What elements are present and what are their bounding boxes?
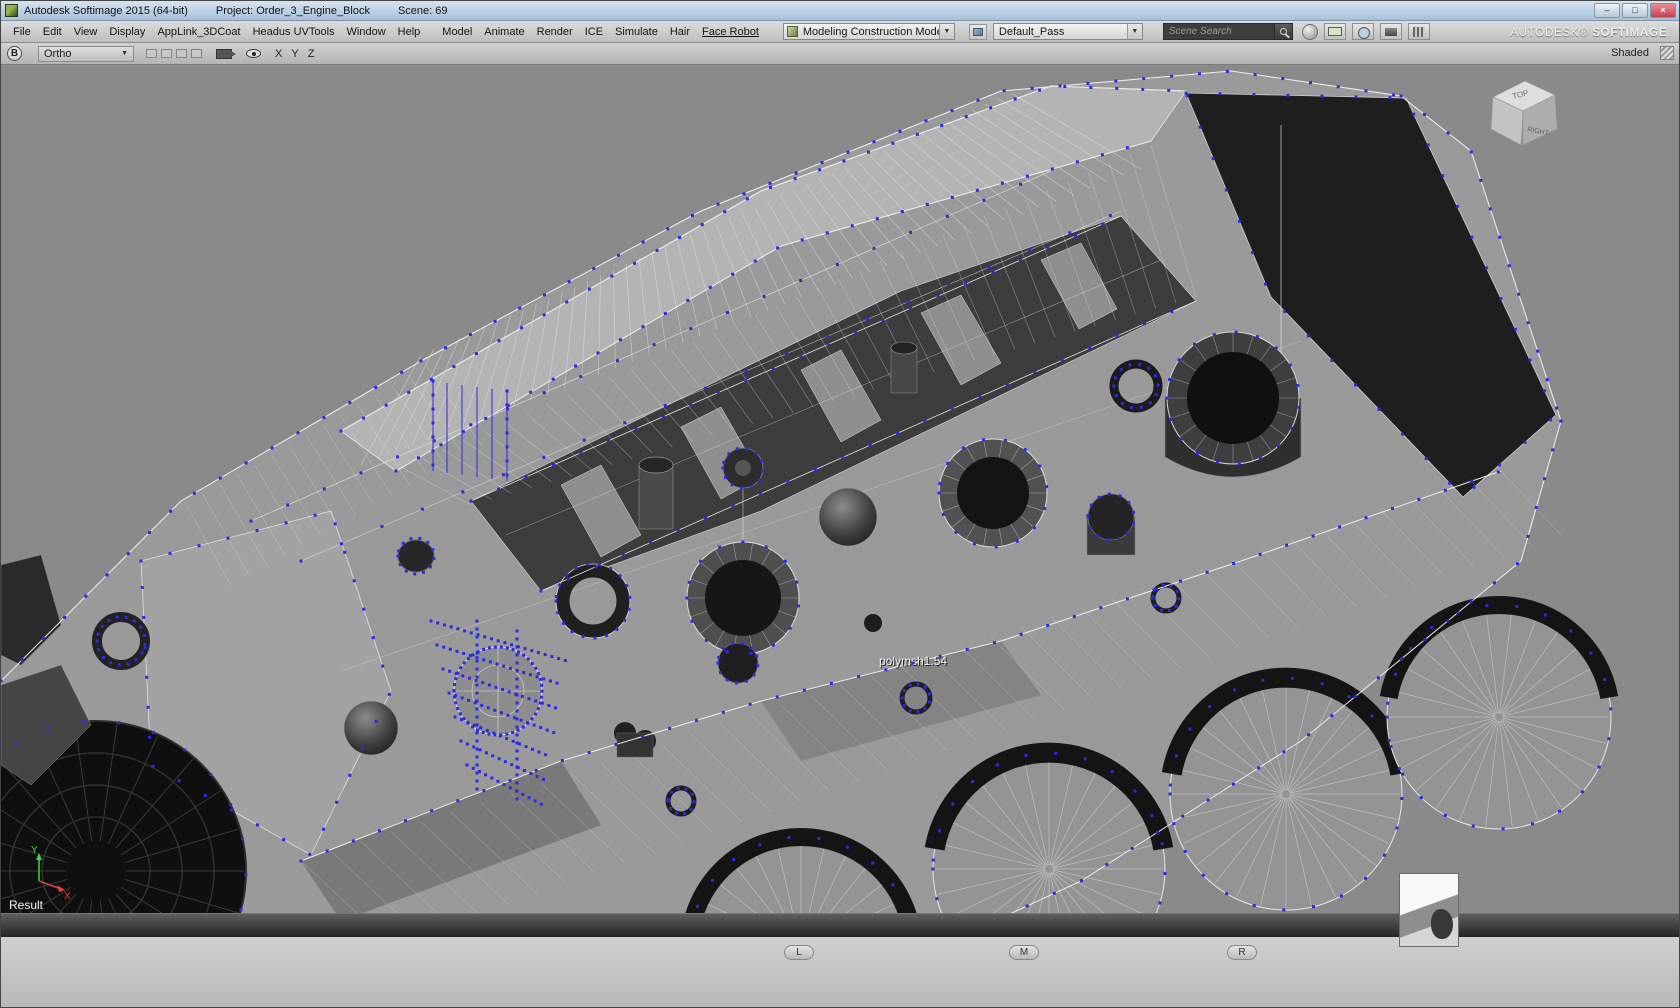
scene-search-input[interactable] bbox=[1164, 24, 1274, 39]
menu-window[interactable]: Window bbox=[341, 26, 392, 38]
svg-text:X: X bbox=[64, 891, 71, 902]
memo-cam-slot[interactable] bbox=[176, 49, 187, 58]
module-animate[interactable]: Animate bbox=[478, 26, 530, 38]
svg-text:Result: Result bbox=[9, 898, 44, 912]
capture-viewport-icon[interactable] bbox=[1352, 23, 1374, 40]
axis-toggle-group: X Y Z bbox=[275, 48, 314, 60]
axis-z-toggle[interactable]: Z bbox=[308, 48, 315, 60]
axis-x-toggle[interactable]: X bbox=[275, 48, 282, 60]
svg-text:Y: Y bbox=[31, 845, 38, 856]
viewport-toolbar: B Ortho ▼ X Y Z Shaded bbox=[1, 43, 1679, 65]
construction-mode-dropdown[interactable]: Modeling Construction Mode ▼ bbox=[783, 23, 955, 40]
render-region-icon[interactable] bbox=[1324, 23, 1346, 40]
mouse-status-bar: L M R bbox=[1, 937, 1679, 1007]
object-label: polymsh1.54 polymsh1.54 bbox=[879, 654, 948, 669]
preview-thumbnail bbox=[1399, 873, 1459, 947]
cylinder-bore bbox=[1170, 678, 1402, 910]
chevron-down-icon[interactable]: ▼ bbox=[1127, 24, 1142, 39]
mouse-middle-indicator: M bbox=[1009, 945, 1039, 960]
menu-headus-uvtools[interactable]: Headus UVTools bbox=[247, 26, 341, 38]
memo-cam-slot[interactable] bbox=[161, 49, 172, 58]
menu-view[interactable]: View bbox=[68, 26, 104, 38]
module-hair[interactable]: Hair bbox=[664, 26, 696, 38]
axis-y-toggle[interactable]: Y bbox=[291, 48, 298, 60]
menu-edit[interactable]: Edit bbox=[37, 26, 68, 38]
mouse-left-indicator: L bbox=[784, 945, 814, 960]
menu-applink-3dcoat[interactable]: AppLink_3DCoat bbox=[151, 26, 246, 38]
module-render[interactable]: Render bbox=[531, 26, 579, 38]
construction-mode-icon bbox=[787, 26, 798, 37]
refresh-icon[interactable] bbox=[1302, 24, 1318, 40]
minimize-button[interactable]: – bbox=[1594, 3, 1620, 18]
scene-search-box bbox=[1163, 23, 1293, 40]
close-button[interactable]: × bbox=[1650, 3, 1676, 18]
window-titlebar: Autodesk Softimage 2015 (64-bit) Project… bbox=[1, 1, 1679, 21]
menu-help[interactable]: Help bbox=[392, 26, 427, 38]
mouse-right-indicator: R bbox=[1227, 945, 1257, 960]
project-label: Project: Order_3_Engine_Block bbox=[216, 5, 370, 17]
memo-cam-slot[interactable] bbox=[191, 49, 202, 58]
result-label: Result Result bbox=[9, 898, 45, 913]
svg-text:polymsh1.54: polymsh1.54 bbox=[879, 654, 947, 668]
chevron-down-icon: ▼ bbox=[121, 50, 128, 57]
menu-file[interactable]: File bbox=[7, 26, 37, 38]
display-mode-menu[interactable]: Shaded bbox=[1611, 47, 1649, 59]
application-window: Autodesk Softimage 2015 (64-bit) Project… bbox=[0, 0, 1680, 1008]
module-model[interactable]: Model bbox=[436, 26, 478, 38]
current-pass-dropdown[interactable]: Default_Pass ▼ bbox=[993, 23, 1143, 40]
softimage-app-icon bbox=[5, 4, 18, 17]
search-icon bbox=[1280, 28, 1287, 35]
cylinder-bore bbox=[933, 753, 1165, 913]
scene-label: Scene: 69 bbox=[398, 5, 448, 17]
resize-grip[interactable] bbox=[1660, 46, 1674, 60]
pass-options-icon[interactable] bbox=[969, 24, 987, 40]
module-ice[interactable]: ICE bbox=[579, 26, 609, 38]
menu-display[interactable]: Display bbox=[103, 26, 151, 38]
memo-cam-slot[interactable] bbox=[146, 49, 157, 58]
module-simulate[interactable]: Simulate bbox=[609, 26, 664, 38]
main-menubar: File Edit View Display AppLink_3DCoat He… bbox=[1, 21, 1679, 43]
maximize-button[interactable]: □ bbox=[1622, 3, 1648, 18]
render-preview-icon[interactable] bbox=[1408, 23, 1430, 40]
eye-visibility-icon[interactable] bbox=[246, 49, 261, 58]
image-clip-icon[interactable] bbox=[1380, 23, 1402, 40]
cylinder-bore bbox=[1387, 605, 1611, 829]
viewport-3d[interactable]: polymsh1.54 polymsh1.54 Y X Result Resul… bbox=[1, 65, 1680, 913]
chevron-down-icon[interactable]: ▼ bbox=[939, 24, 954, 39]
autodesk-branding: AUTODESK® SOFTIMAGE bbox=[1510, 25, 1667, 39]
window-title: Autodesk Softimage 2015 (64-bit) bbox=[24, 5, 188, 17]
search-button[interactable] bbox=[1274, 24, 1292, 39]
camera-view-dropdown[interactable]: Ortho ▼ bbox=[38, 46, 134, 62]
viewport-letter-button[interactable]: B bbox=[7, 46, 22, 61]
camera-icon[interactable] bbox=[216, 49, 232, 59]
module-face-robot[interactable]: Face Robot bbox=[696, 26, 765, 38]
